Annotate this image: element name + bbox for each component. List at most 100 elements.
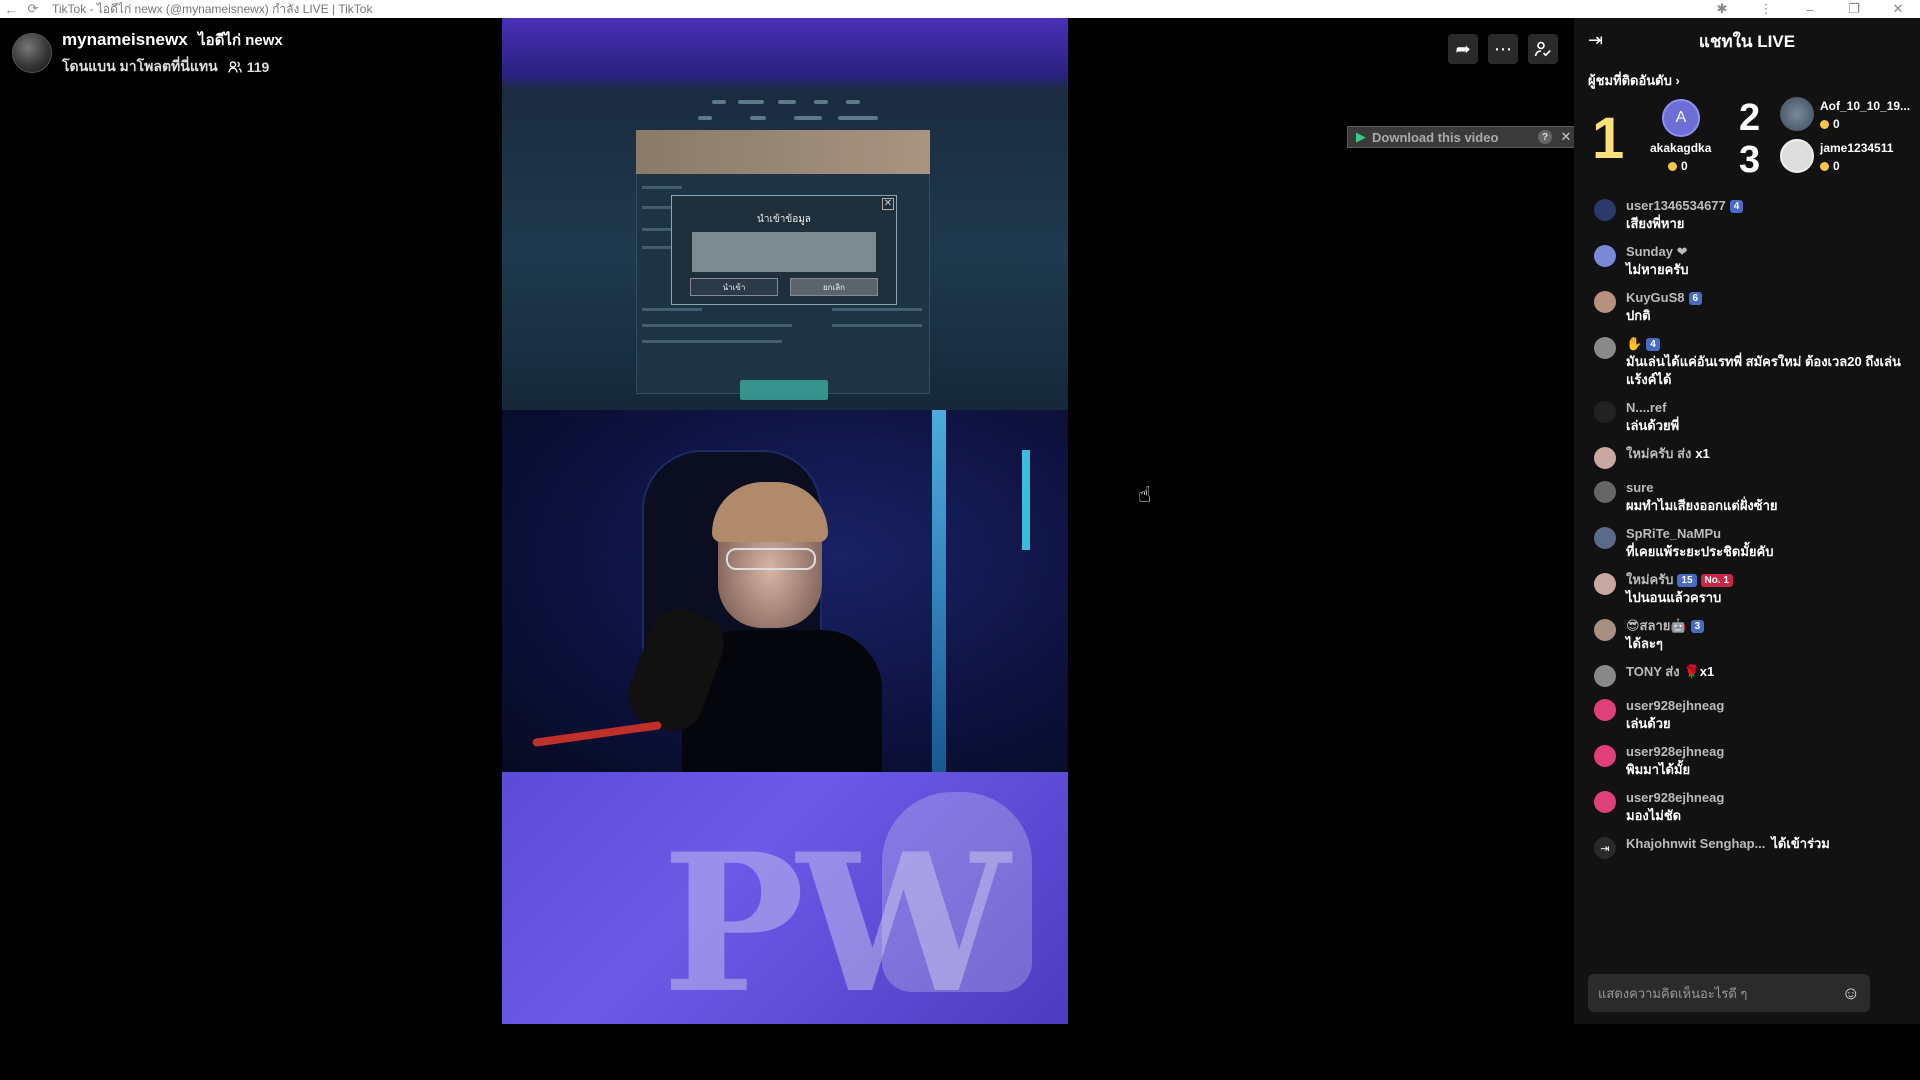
chat-username[interactable]: user1346534677 (1626, 198, 1726, 213)
collapse-chat-icon[interactable]: ⇥ (1588, 30, 1603, 51)
chat-username[interactable]: sure (1626, 480, 1653, 495)
chat-message-body: Sunday ❤ ไม่หายครับ (1626, 243, 1689, 279)
level-badge: 15 (1677, 574, 1697, 587)
chat-username[interactable]: 😎สลาย🤖 (1626, 618, 1687, 633)
red-cable (532, 720, 662, 748)
chat-avatar[interactable] (1594, 199, 1616, 221)
back-icon[interactable]: ← (0, 0, 22, 18)
chat-avatar[interactable] (1594, 699, 1616, 721)
join-text: ได้เข้าร่วม (1771, 836, 1830, 851)
chat-avatar[interactable] (1594, 791, 1616, 813)
chat-avatar[interactable] (1594, 573, 1616, 595)
chat-text: มันเล่นได้แค่อันเรทพี่ สมัครใหม่ ต้องเวล… (1626, 354, 1901, 387)
chat-message: SpRiTe_NaMPu ที่เคยแพ้ระยะประชิดมั้ยคับ (1594, 525, 1906, 561)
follow-user-icon[interactable] (1528, 34, 1558, 64)
download-label: Download this video (1372, 129, 1499, 145)
chat-avatar[interactable] (1594, 481, 1616, 503)
close-icon[interactable]: ✕ (1558, 129, 1574, 145)
rank-3-name[interactable]: jame1234511 (1820, 141, 1893, 155)
join-notice-body: Khajohnwit Senghap... ได้เข้าร่วม (1626, 835, 1830, 859)
chat-text: ได้ละๆ (1626, 636, 1663, 651)
chat-message-body: user1346534677 4 เสียงพี่หาย (1626, 197, 1744, 233)
chat-avatar[interactable] (1594, 527, 1616, 549)
rank-2-avatar[interactable] (1780, 97, 1814, 131)
reaper-graphic (882, 792, 1032, 992)
chat-text: เล่นด้วย (1626, 716, 1671, 731)
led-light-small (1022, 450, 1030, 550)
overlay-graphic: PW (502, 772, 1068, 1024)
play-icon: ▶ (1356, 129, 1366, 144)
top-viewers-link[interactable]: ผู้ชมที่ติดอันดับ › (1588, 70, 1920, 91)
minimize-icon[interactable]: – (1788, 0, 1832, 18)
chat-username[interactable]: N....ref (1626, 400, 1666, 415)
close-window-icon[interactable]: ✕ (1876, 0, 1920, 18)
chat-username[interactable]: user928ejhneag (1626, 698, 1724, 713)
extension-icon[interactable]: ✱ (1700, 0, 1744, 18)
rank-1-avatar[interactable]: A (1662, 99, 1700, 137)
chat-avatar[interactable] (1594, 291, 1616, 313)
chat-username[interactable]: Sunday ❤ (1626, 244, 1687, 259)
chat-username[interactable]: SpRiTe_NaMPu (1626, 526, 1721, 541)
rank-1-coins: 0 (1668, 159, 1688, 173)
capture-menu (502, 94, 1068, 134)
chat-username[interactable]: user928ejhneag (1626, 790, 1724, 805)
dialog-close-icon: ✕ (882, 198, 894, 210)
viewer-count-value: 119 (246, 59, 270, 75)
host-info: mynameisnewx ไอดีไก่ newx โดนแบน มาโพลตท… (12, 28, 283, 78)
comment-input[interactable] (1598, 985, 1842, 1001)
chat-message: TONY ส่ง 🌹x1 (1594, 663, 1906, 687)
chat-username[interactable]: TONY ส่ง (1626, 664, 1680, 679)
kebab-menu-icon[interactable]: ⋮ (1744, 0, 1788, 18)
help-icon[interactable]: ? (1538, 130, 1552, 144)
gift-text: x1 (1695, 446, 1710, 461)
host-subtitle: โดนแบน มาโพลตที่นี่แทน (62, 58, 218, 74)
emoji-icon[interactable]: ☺ (1842, 983, 1860, 1004)
chat-message: user1346534677 4 เสียงพี่หาย (1594, 197, 1906, 233)
chat-username[interactable]: user928ejhneag (1626, 744, 1724, 759)
chat-username[interactable]: ✋ (1626, 336, 1642, 351)
chat-username[interactable]: KuyGuS8 (1626, 290, 1685, 305)
comment-box[interactable]: ☺ (1588, 974, 1870, 1012)
chat-message-header: Sunday ❤ (1626, 243, 1689, 261)
coin-icon (1820, 161, 1829, 171)
chat-text: เล่นด้วยพี่ (1626, 418, 1680, 433)
host-username[interactable]: mynameisnewx (62, 30, 188, 49)
chat-avatar[interactable] (1594, 337, 1616, 359)
restore-icon[interactable]: ❐ (1832, 0, 1876, 18)
rank-3-avatar[interactable] (1780, 139, 1814, 173)
chat-avatar[interactable] (1594, 245, 1616, 267)
dialog-ok-button: นำเข้า (690, 278, 778, 296)
chat-avatar[interactable] (1594, 619, 1616, 641)
viewers-icon (227, 61, 242, 73)
host-avatar[interactable] (12, 33, 52, 73)
chat-title: แชทใน LIVE (1698, 31, 1796, 51)
chat-avatar[interactable] (1594, 447, 1616, 469)
chat-avatar[interactable] (1594, 401, 1616, 423)
join-username[interactable]: Khajohnwit Senghap... (1626, 836, 1765, 851)
chat-message-body: TONY ส่ง 🌹x1 (1626, 663, 1714, 687)
download-video-pill[interactable]: ▶ Download this video ? ✕ (1347, 126, 1575, 148)
more-icon[interactable]: ⋯ (1488, 34, 1518, 64)
chat-username[interactable]: ใหม่ครับ (1626, 572, 1673, 587)
rank-2-coin-value: 0 (1833, 117, 1840, 131)
rank-1-name[interactable]: akakagdka (1650, 141, 1711, 155)
rank-2-name[interactable]: Aof_10_10_19... (1820, 99, 1910, 113)
level-badge: 4 (1646, 338, 1660, 351)
share-icon[interactable]: ➦ (1448, 34, 1478, 64)
chat-text: ผมทำไมเสียงออกแต่ฝั่งซ้าย (1626, 498, 1778, 513)
reload-icon[interactable]: ⟳ (22, 0, 44, 18)
chat-message: user928ejhneag มองไม่ชัด (1594, 789, 1906, 825)
chat-avatar[interactable] (1594, 745, 1616, 767)
live-video[interactable]: ✕ นำเข้าข้อมูล นำเข้า ยกเลิก PW (502, 18, 1068, 1024)
chat-message-header: ใหม่ครับ 15 No. 1 (1626, 571, 1733, 589)
chat-message-body: 😎สลาย🤖 3 ได้ละๆ (1626, 617, 1705, 653)
chat-message: KuyGuS8 6 ปกติ (1594, 289, 1906, 325)
host-subtitle-row: โดนแบน มาโพลตที่นี่แทน 119 (62, 56, 283, 78)
chat-avatar[interactable] (1594, 665, 1616, 687)
chat-message-header: user928ejhneag (1626, 697, 1724, 715)
chat-message-body: user928ejhneag พิมมาได้มั้ย (1626, 743, 1724, 779)
rank-number-1: 1 (1592, 106, 1625, 171)
chat-messages: user1346534677 4 เสียงพี่หาย Sunday ❤ ไม่หาย… (1574, 197, 1920, 859)
chat-message: ใหม่ครับ 15 No. 1 ไปนอนแล้วคราบ (1594, 571, 1906, 607)
chat-username[interactable]: ใหม่ครับ ส่ง (1626, 446, 1691, 461)
